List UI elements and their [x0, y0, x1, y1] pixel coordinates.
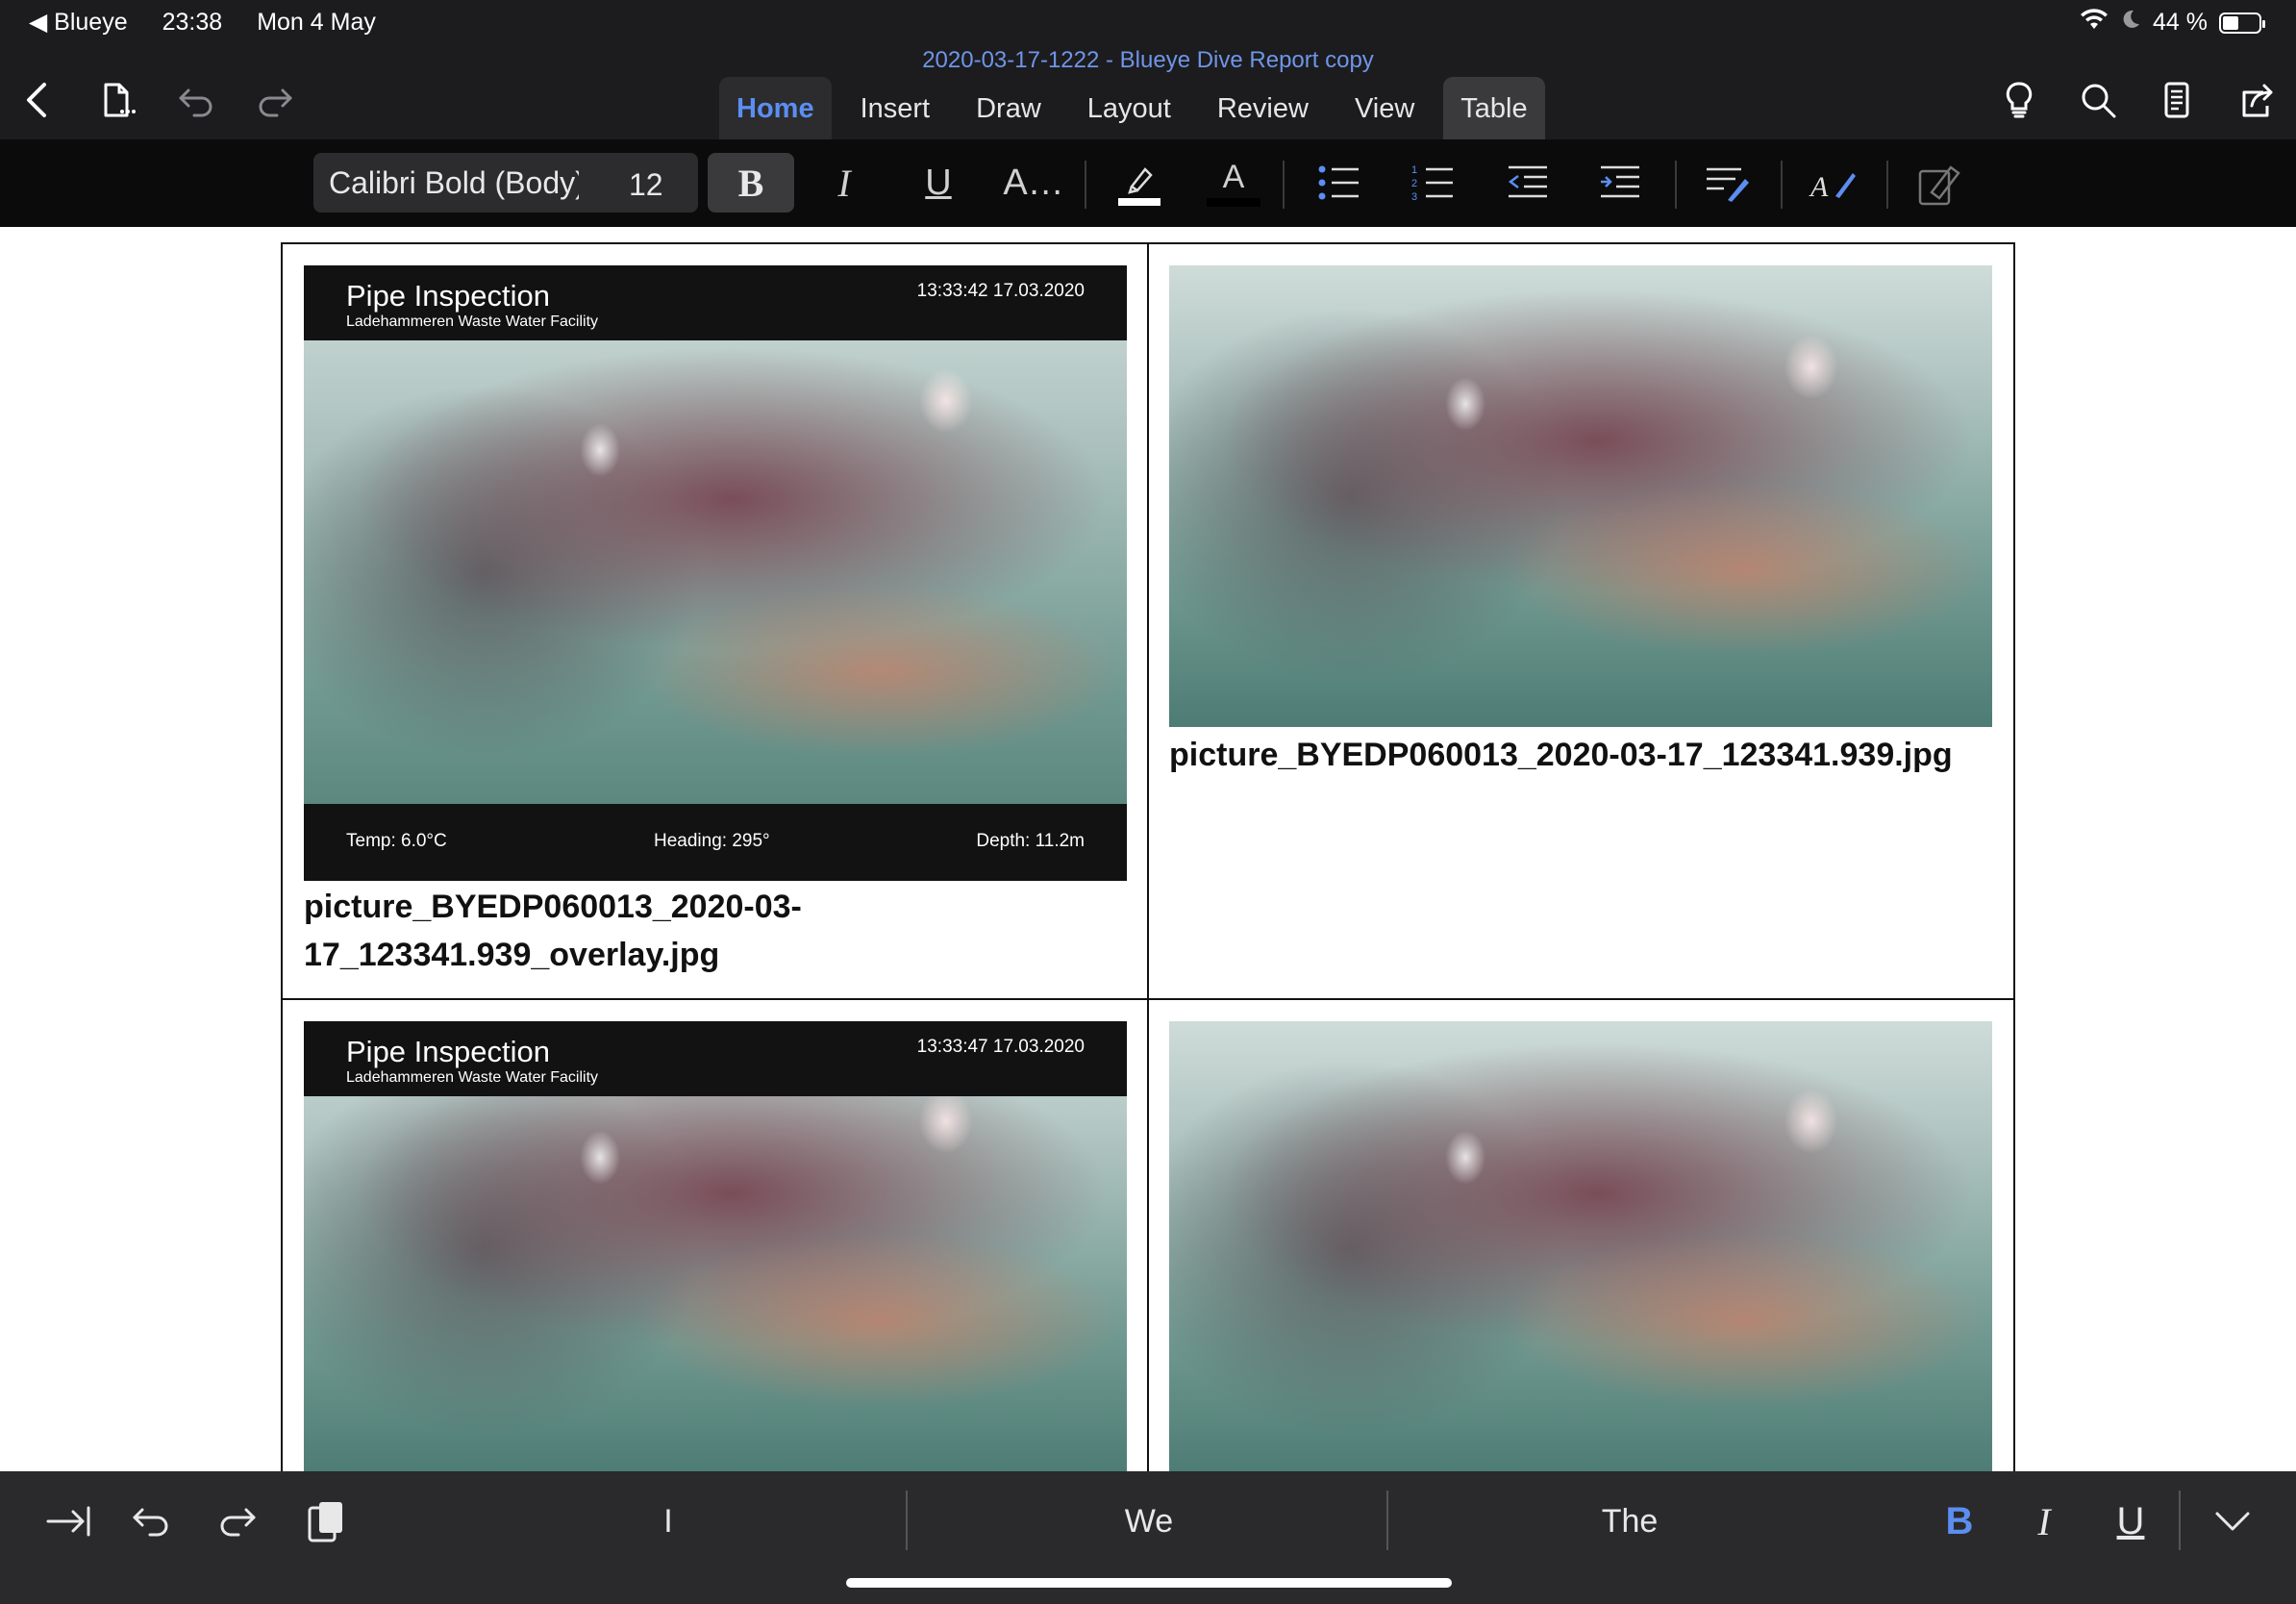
- back-to-app-link[interactable]: ◀ Blueye: [29, 8, 128, 37]
- font-color-button[interactable]: A: [1204, 153, 1263, 213]
- ribbon-separator: [1886, 161, 1888, 209]
- underwater-pipe-image: [1169, 1021, 1992, 1475]
- lightbulb-icon[interactable]: [1994, 75, 2044, 125]
- overlay-title: Pipe Inspection: [346, 1035, 550, 1068]
- suggestion-1[interactable]: I: [596, 1498, 740, 1544]
- font-selector[interactable]: Calibri Bold (Body) 12: [313, 153, 698, 213]
- back-chevron-icon[interactable]: [13, 75, 63, 125]
- svg-text:2: 2: [1411, 178, 1417, 189]
- do-not-disturb-icon: [2120, 9, 2141, 37]
- battery-percent: 44 %: [2153, 9, 2208, 36]
- suggestion-separator: [906, 1491, 908, 1550]
- tab-table[interactable]: Table: [1443, 77, 1545, 140]
- highlight-color-swatch: [1118, 198, 1160, 206]
- more-text-formatting-button[interactable]: A…: [1000, 153, 1067, 213]
- undo-icon[interactable]: [121, 1491, 183, 1552]
- bullet-list-icon[interactable]: [1310, 153, 1369, 213]
- tab-layout[interactable]: Layout: [1070, 77, 1188, 140]
- italic-key[interactable]: I: [2015, 1491, 2073, 1552]
- clear-formatting-icon[interactable]: [1909, 153, 1969, 213]
- ribbon-separator: [1085, 161, 1086, 209]
- overlay-photo-2[interactable]: Pipe Inspection Ladehammeren Waste Water…: [304, 1021, 1127, 1475]
- caption-1-line-2[interactable]: 17_123341.939_overlay.jpg: [304, 931, 719, 979]
- ribbon-separator: [1675, 161, 1677, 209]
- raw-photo-2[interactable]: [1169, 1021, 1992, 1475]
- bold-button[interactable]: B: [708, 153, 794, 213]
- undo-icon[interactable]: [171, 75, 221, 125]
- file-menu-icon[interactable]: [92, 75, 142, 125]
- font-color-swatch: [1207, 198, 1260, 207]
- wifi-icon: [2080, 8, 2109, 38]
- table-row-border: [283, 998, 2013, 1000]
- hide-keyboard-chevron-icon[interactable]: [2202, 1491, 2263, 1552]
- tab-draw[interactable]: Draw: [959, 77, 1059, 140]
- tab-insert[interactable]: Insert: [843, 77, 948, 140]
- underwater-pipe-image: [304, 265, 1127, 881]
- bold-key[interactable]: B: [1931, 1491, 1988, 1552]
- overlay-header: Pipe Inspection Ladehammeren Waste Water…: [304, 265, 1127, 340]
- styles-icon[interactable]: A: [1804, 153, 1863, 213]
- search-icon[interactable]: [2073, 75, 2123, 125]
- suggestion-separator: [1386, 1491, 1388, 1550]
- overlay-title: Pipe Inspection: [346, 279, 550, 313]
- suggestion-3[interactable]: The: [1519, 1498, 1740, 1544]
- underline-button[interactable]: U: [911, 153, 965, 213]
- document-title[interactable]: 2020-03-17-1222 - Blueye Dive Report cop…: [0, 48, 2296, 73]
- battery-level: [2223, 15, 2238, 30]
- overlay-footer: Temp: 6.0°C Heading: 295° Depth: 11.2m: [304, 804, 1127, 881]
- paste-icon[interactable]: [294, 1491, 356, 1552]
- overlay-subtitle: Ladehammeren Waste Water Facility: [346, 1069, 599, 1086]
- overlay-subtitle: Ladehammeren Waste Water Facility: [346, 313, 599, 330]
- overlay-photo-1[interactable]: Pipe Inspection Ladehammeren Waste Water…: [304, 265, 1127, 881]
- raw-photo-1[interactable]: [1169, 265, 1992, 727]
- tab-home[interactable]: Home: [719, 77, 832, 140]
- ribbon-separator: [1283, 161, 1285, 209]
- home-indicator[interactable]: [846, 1578, 1452, 1588]
- overlay-depth: Depth: 11.2m: [976, 831, 1085, 851]
- svg-text:3: 3: [1411, 191, 1417, 203]
- suggestion-2[interactable]: We: [1038, 1498, 1260, 1544]
- document-table[interactable]: Pipe Inspection Ladehammeren Waste Water…: [281, 242, 2015, 1475]
- tab-view[interactable]: View: [1337, 77, 1432, 140]
- underline-key[interactable]: U: [2102, 1491, 2159, 1552]
- word-app-screen: ◀ Blueye 23:38 Mon 4 May 44 % 2020-03-17…: [0, 0, 2296, 1604]
- overlay-header: Pipe Inspection Ladehammeren Waste Water…: [304, 1021, 1127, 1096]
- svg-text:A: A: [1809, 171, 1829, 203]
- share-icon[interactable]: [2231, 75, 2281, 125]
- decrease-indent-icon[interactable]: [1498, 153, 1558, 213]
- status-time: 23:38: [162, 8, 223, 36]
- font-size[interactable]: 12: [629, 167, 663, 203]
- increase-indent-icon[interactable]: [1590, 153, 1650, 213]
- battery-icon: [2219, 12, 2265, 34]
- home-ribbon: Calibri Bold (Body) 12 B I U A… A 123 A: [0, 139, 2296, 227]
- ribbon-tabs: Home Insert Draw Layout Review View Tabl…: [719, 77, 1557, 140]
- paragraph-formatting-icon[interactable]: [1698, 153, 1758, 213]
- font-name[interactable]: Calibri Bold (Body): [329, 165, 579, 201]
- italic-button[interactable]: I: [817, 153, 871, 213]
- overlay-timestamp: 13:33:42 17.03.2020: [916, 281, 1085, 301]
- overlay-temp: Temp: 6.0°C: [346, 831, 447, 851]
- keybar-separator: [2179, 1491, 2181, 1550]
- redo-icon[interactable]: [206, 1491, 267, 1552]
- redo-icon[interactable]: [250, 75, 300, 125]
- numbered-list-icon[interactable]: 1 2 3: [1404, 153, 1463, 213]
- reading-mode-icon[interactable]: [2152, 75, 2202, 125]
- tab-review[interactable]: Review: [1200, 77, 1326, 140]
- overlay-timestamp: 13:33:47 17.03.2020: [916, 1037, 1085, 1057]
- svg-text:1: 1: [1411, 164, 1417, 176]
- status-bar: ◀ Blueye 23:38 Mon 4 May 44 %: [0, 0, 2296, 48]
- overlay-heading: Heading: 295°: [654, 831, 770, 851]
- highlight-color-button[interactable]: [1110, 153, 1169, 213]
- ribbon-separator: [1781, 161, 1783, 209]
- caption-2[interactable]: picture_BYEDP060013_2020-03-17_123341.93…: [1169, 731, 1953, 779]
- status-date: Mon 4 May: [257, 8, 376, 36]
- caption-1-line-1[interactable]: picture_BYEDP060013_2020-03-: [304, 883, 802, 931]
- table-column-border: [1147, 244, 1149, 1475]
- underwater-pipe-image: [1169, 265, 1992, 727]
- title-bar: 2020-03-17-1222 - Blueye Dive Report cop…: [0, 48, 2296, 140]
- font-color-letter: A: [1222, 159, 1245, 195]
- tab-key-icon[interactable]: [38, 1491, 100, 1552]
